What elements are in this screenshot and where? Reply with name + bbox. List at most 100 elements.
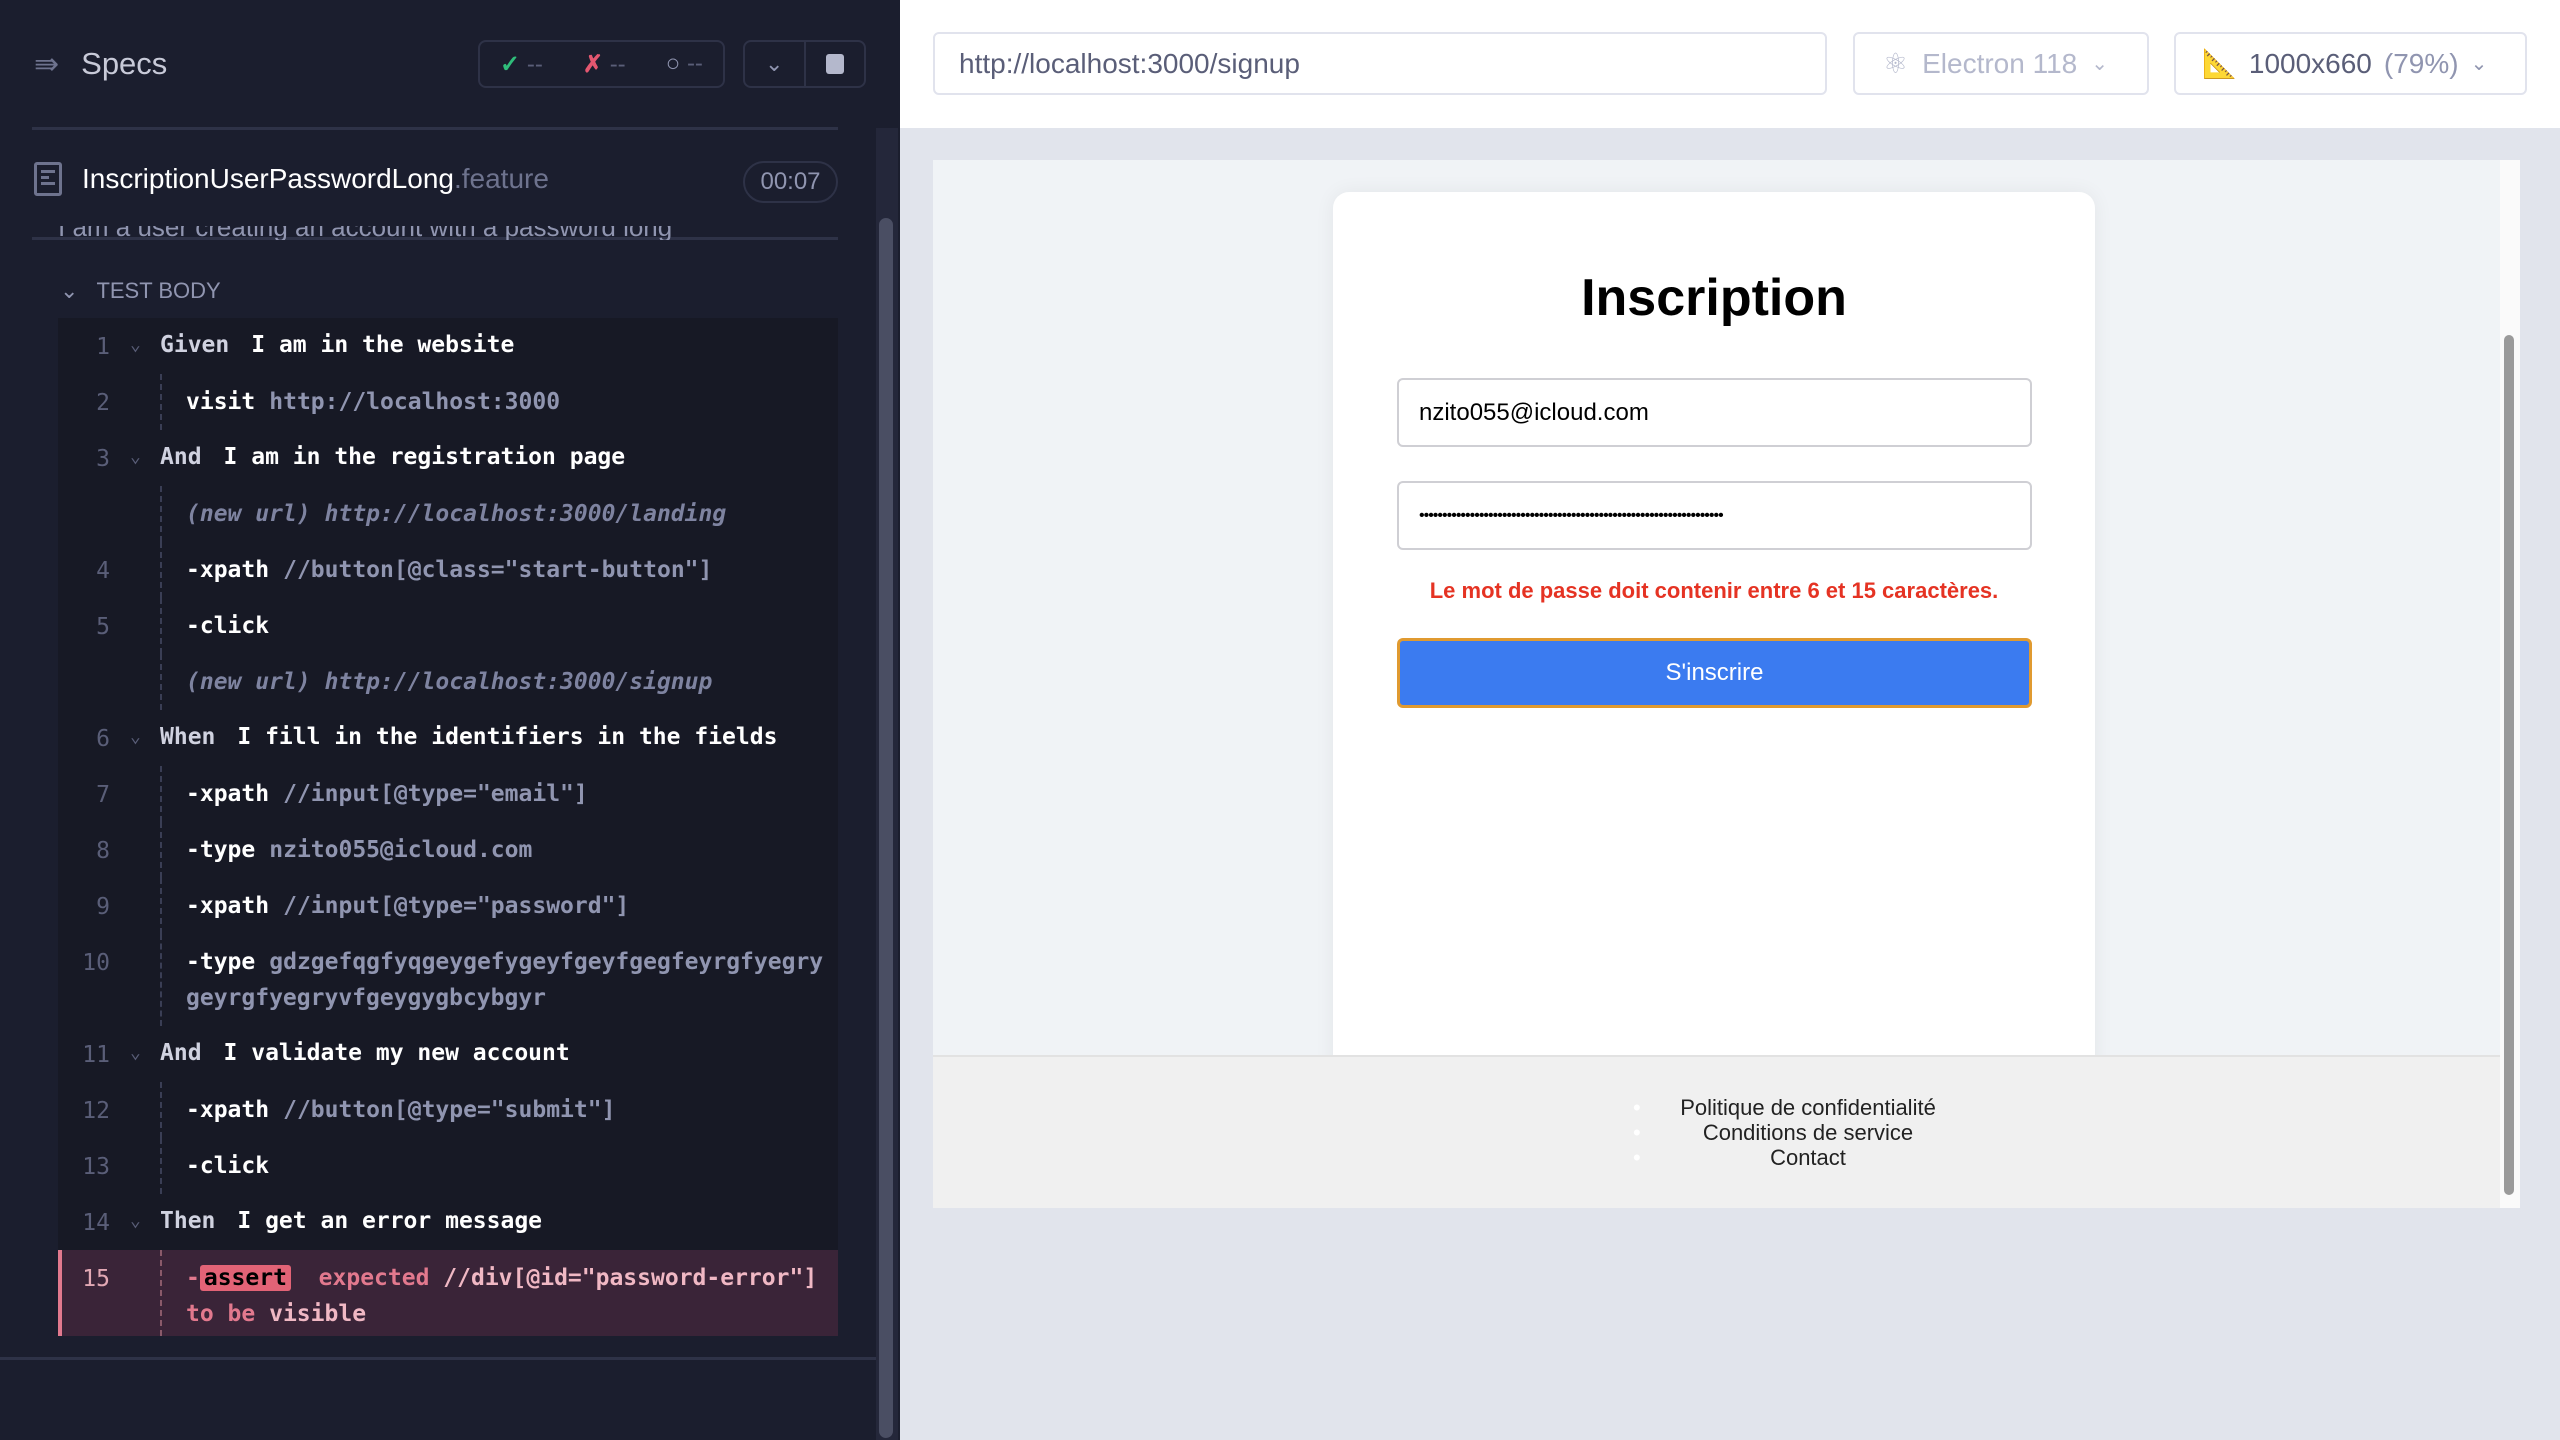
step-text: I am in the website — [251, 332, 515, 358]
command: -click — [186, 608, 828, 644]
command-row[interactable]: (new url) http://localhost:3000/signup — [58, 654, 838, 710]
command: -type nzito055@icloud.com — [186, 832, 828, 868]
indent-guide — [160, 934, 162, 1026]
signup-button[interactable]: S'inscrire — [1397, 638, 2032, 708]
ruler-icon: 📐 — [2202, 48, 2237, 79]
chevron-down-icon: ⌄ — [60, 278, 79, 303]
command-row[interactable]: 10 -type gdzgefqgfyqgeygefygeyfgeyfgegfeyr… — [58, 934, 838, 1026]
indent-guide — [160, 486, 162, 542]
scrollbar[interactable] — [876, 128, 898, 1440]
command-name: -click — [186, 1153, 270, 1179]
scenario-title[interactable]: I am a user creating an account with a p… — [58, 226, 672, 240]
command-row[interactable]: 15 - assert expected //div[@id="password-e… — [58, 1250, 838, 1336]
pending-icon: ○ — [665, 50, 681, 77]
assert-selector: //div[@id="password-error"] — [443, 1265, 818, 1291]
line-number: 10 — [82, 950, 110, 976]
command-arg: http://localhost:3000/signup — [324, 669, 713, 695]
command-row[interactable]: 7 -xpath //input[@type="email"] — [58, 766, 838, 822]
step-row[interactable]: 3 ⌄ And I am in the registration page — [58, 430, 838, 486]
command-name: -type — [186, 837, 256, 863]
step-keyword: When I fill in the identifiers in the fie… — [160, 724, 778, 750]
chevron-down-icon: ⌄ — [2470, 53, 2488, 75]
signup-card: Inscription nzito055@icloud.com ••••••••… — [1333, 192, 2095, 1092]
command: -xpath //button[@class="start-button"] — [186, 552, 828, 588]
command: (new url) http://localhost:3000/landing — [186, 496, 828, 532]
command-list: 1 ⌄ Given I am in the website 2 visit http://l… — [58, 318, 838, 1336]
command-arg: gdzgefqgfyqgeygefygeyfgeyfgegfeyrgfyegry… — [186, 949, 824, 1011]
app-under-test: Inscription nzito055@icloud.com ••••••••… — [933, 160, 2520, 1208]
command-arg: http://localhost:3000/landing — [324, 501, 727, 527]
step-row[interactable]: 11 ⌄ And I validate my new account — [58, 1026, 838, 1082]
assert-expected: expected — [318, 1265, 430, 1291]
command-arg: //input[@type="email"] — [283, 781, 588, 807]
command: (new url) http://localhost:3000/signup — [186, 664, 828, 700]
spec-file-header[interactable]: InscriptionUserPasswordLong.feature — [34, 162, 549, 196]
step-row[interactable]: 1 ⌄ Given I am in the website — [58, 318, 838, 374]
command: -xpath //input[@type="email"] — [186, 776, 828, 812]
line-number: 12 — [82, 1098, 110, 1124]
spec-file-name: InscriptionUserPasswordLong — [82, 163, 454, 194]
stop-icon — [825, 54, 844, 74]
line-number: 11 — [82, 1042, 110, 1068]
assert-command: - assert expected //div[@id="password-err… — [186, 1265, 818, 1327]
chevron-down-icon: ⌄ — [765, 51, 784, 76]
line-number: 15 — [82, 1266, 110, 1292]
command-row[interactable]: 8 -type nzito055@icloud.com — [58, 822, 838, 878]
browser-select[interactable]: ⚛ Electron 118 ⌄ — [1853, 32, 2149, 95]
indent-guide — [160, 542, 162, 598]
electron-icon: ⚛ — [1883, 48, 1909, 79]
collapse-button[interactable]: ⌄ — [745, 42, 806, 86]
step-keyword: Then I get an error message — [160, 1208, 543, 1234]
password-error: Le mot de passe doit contenir entre 6 et… — [1429, 578, 1999, 603]
footer-link-privacy[interactable]: Politique de confidentialité — [1633, 1095, 1983, 1120]
divider — [32, 127, 838, 130]
test-body-toggle[interactable]: ⌄ TEST BODY — [60, 278, 221, 304]
assert-badge: assert — [199, 1265, 291, 1291]
footer-link-contact[interactable]: Contact — [1633, 1145, 1983, 1170]
scrollbar[interactable] — [2500, 160, 2520, 1208]
command-row[interactable]: 9 -xpath //input[@type="password"] — [58, 878, 838, 934]
step-keyword: Given I am in the website — [160, 332, 515, 358]
chevron-down-icon: ⌄ — [2091, 53, 2109, 75]
divider — [0, 1357, 876, 1360]
command-row[interactable]: 4 -xpath //button[@class="start-button"] — [58, 542, 838, 598]
step-row[interactable]: 14 ⌄ Then I get an error message — [58, 1194, 838, 1250]
duration-badge: 00:07 — [743, 161, 838, 203]
command-row[interactable]: 2 visit http://localhost:3000 — [58, 374, 838, 430]
section-label: TEST BODY — [96, 278, 221, 303]
email-field[interactable]: nzito055@icloud.com — [1397, 378, 2032, 447]
specs-toggle[interactable]: ⇛ Specs — [34, 46, 167, 82]
command: -click — [186, 1148, 828, 1184]
document-icon — [34, 162, 62, 196]
step-text: I am in the registration page — [223, 444, 626, 470]
step-row[interactable]: 6 ⌄ When I fill in the identifiers in the f… — [58, 710, 838, 766]
command: -xpath //input[@type="password"] — [186, 888, 828, 924]
run-stats: ✓ -- ✗ -- ○ -- — [478, 40, 725, 88]
viewport-select[interactable]: 📐 1000x660 (79%) ⌄ — [2174, 32, 2527, 95]
page-title: Inscription — [1581, 269, 1847, 327]
command-row[interactable]: 5 -click — [58, 598, 838, 654]
step-text: I fill in the identifiers in the fields — [237, 724, 778, 750]
failed-count: -- — [609, 50, 626, 78]
command-row[interactable]: 12 -xpath //button[@type="submit"] — [58, 1082, 838, 1138]
chevron-down-icon: ⌄ — [130, 446, 141, 467]
command-row[interactable]: 13 -click — [58, 1138, 838, 1194]
stop-button[interactable] — [806, 42, 865, 86]
passed-count: -- — [526, 50, 543, 78]
command-name: (new url) — [186, 501, 311, 527]
pending-count: -- — [686, 50, 703, 77]
indent-guide — [160, 654, 162, 710]
assert-state: visible — [269, 1301, 367, 1327]
line-number: 4 — [96, 558, 110, 584]
command-name: -xpath — [186, 781, 270, 807]
step-keyword: And I am in the registration page — [160, 444, 626, 470]
command-name: (new url) — [186, 669, 311, 695]
line-number: 2 — [96, 390, 110, 416]
indent-guide — [160, 1082, 162, 1138]
password-field[interactable]: ••••••••••••••••••••••••••••••••••••••••… — [1397, 481, 2032, 550]
command-log-panel: ⇛ Specs ✓ -- ✗ -- ○ -- ⌄ InscriptionUser… — [0, 0, 900, 1440]
command-row[interactable]: (new url) http://localhost:3000/landing — [58, 486, 838, 542]
line-number: 1 — [96, 334, 110, 360]
url-bar[interactable]: http://localhost:3000/signup — [933, 32, 1827, 95]
footer-link-terms[interactable]: Conditions de service — [1633, 1120, 1983, 1145]
